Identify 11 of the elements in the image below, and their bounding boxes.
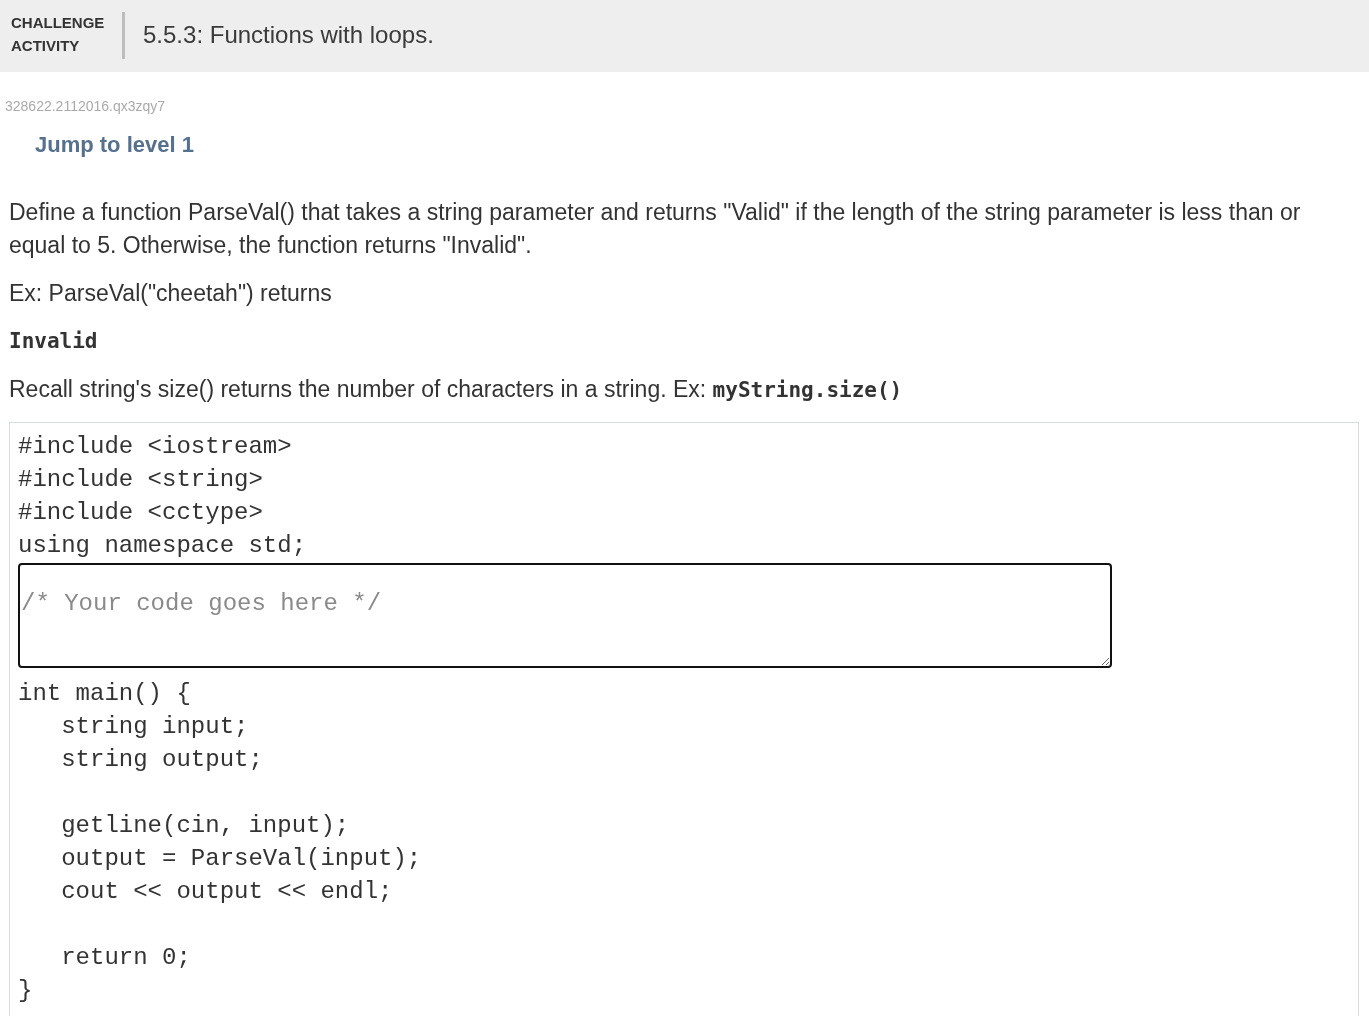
instruction-text: Recall string's size() returns the number of characters in a string. Ex: myString.size()	[9, 375, 904, 404]
instruction-text: Ex: ParseVal("cheetah") returns	[9, 279, 333, 308]
code-text: #include <iostream> #include <string> #include <cctype> using namespace std;	[18, 432, 307, 561]
code-input-field[interactable]: /* Your code goes here */	[18, 563, 1112, 668]
activity-type-label: CHALLENGE ACTIVITY	[11, 13, 106, 56]
activity-id: 328622.2112016.qx3zqy7	[5, 98, 166, 114]
activity-title: 5.5.3: Functions with loops.	[143, 20, 434, 50]
example-output: Invalid	[9, 328, 98, 355]
code-text: int main() { string input; string output; getline(cin, input); output = ParseVal(input); cout << output << endl; return 0; }	[18, 679, 422, 1006]
jump-to-level-link[interactable]: Jump to level 1	[35, 131, 194, 159]
instruction-text: Define a function ParseVal() that takes a string parameter and returns "Valid" if the length of the string parameter is less than or equal to 5. Otherwise, the function returns "Invalid".	[9, 198, 1302, 260]
